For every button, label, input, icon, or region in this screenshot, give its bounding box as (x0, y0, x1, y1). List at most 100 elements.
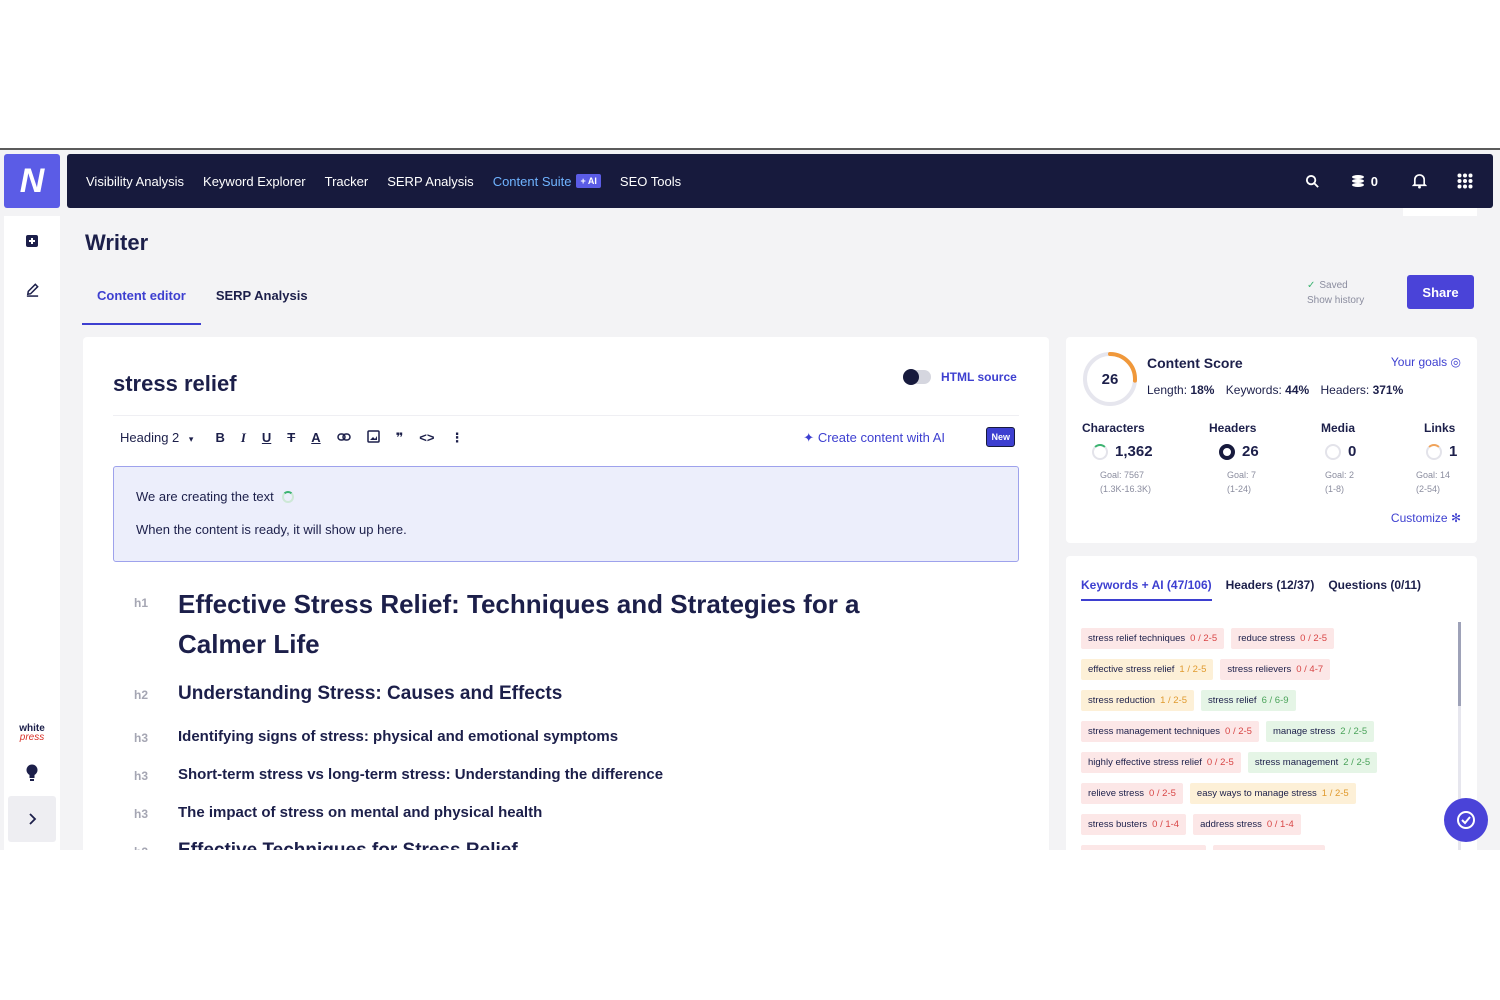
heading-row[interactable]: h3 Short-term stress vs long-term stress… (134, 766, 663, 783)
stat-goal: Goal: 14 (1416, 470, 1451, 480)
keyword-count: 1 / 2-5 (1179, 664, 1207, 675)
keyword-row: stress management techniques 0 / 2-5 manag… (1081, 721, 1451, 742)
create-content-ai-button[interactable]: ✦ Create content with AI (803, 430, 945, 446)
stat-label: Media (1321, 421, 1356, 435)
nav-keyword-explorer[interactable]: Keyword Explorer (203, 174, 306, 189)
keyword-count: 0 / 1-4 (1266, 819, 1294, 830)
keyword-chip[interactable]: easy ways to manage stress 1 / 2-5 (1189, 783, 1356, 804)
stat-range: (1-8) (1325, 484, 1345, 494)
app-logo[interactable]: N (4, 154, 60, 208)
keyword-chip[interactable]: stress busters 0 / 1-4 (1081, 814, 1187, 835)
text-color-button[interactable]: A (311, 430, 320, 445)
editor-tabs: Content editor SERP Analysis (82, 288, 323, 325)
nav-tracker[interactable]: Tracker (325, 174, 369, 189)
nav-right-tools: 0 (1305, 154, 1493, 208)
keyword-chip[interactable]: stress relief techniques 0 / 2-5 (1081, 628, 1225, 649)
more-options-icon[interactable]: ⋮ (450, 430, 463, 446)
keyword-row: stress reduction 1 / 2-5 stress relief 6 / … (1081, 690, 1451, 711)
nav-seo-tools[interactable]: SEO Tools (620, 174, 681, 189)
your-goals-link[interactable]: Your goals ◎ (1391, 355, 1461, 369)
show-history-link[interactable]: Show history (1307, 293, 1364, 308)
chat-icon (1457, 811, 1475, 829)
score-metrics: Length: 18% Keywords: 44% Headers: 371% (1147, 383, 1411, 397)
keyword-chip[interactable]: effective stress relief 1 / 2-5 (1081, 659, 1214, 680)
keyword-row: effective stress relief 1 / 2-5 stress rel… (1081, 659, 1451, 680)
apps-grid-icon[interactable] (1457, 173, 1473, 189)
keyword-chip[interactable]: relieve stress 0 / 2-5 (1081, 783, 1183, 804)
keyword-chip[interactable]: stress management 2 / 2-5 (1247, 752, 1378, 773)
create-content-ai-label: Create content with AI (817, 430, 945, 445)
edit-pencil-icon[interactable] (4, 282, 60, 302)
keyword-chip[interactable]: reduce stress 0 / 2-5 (1231, 628, 1335, 649)
chat-support-button[interactable] (1444, 798, 1488, 842)
strikethrough-button[interactable]: T (287, 430, 295, 445)
keyword-chip[interactable]: address stress 0 / 1-4 (1193, 814, 1301, 835)
keyword-chip[interactable]: stress relief 6 / 6-9 (1201, 690, 1296, 711)
nav-dropdown-edge (1403, 208, 1477, 216)
keyword-text: highly effective stress relief (1088, 757, 1202, 768)
heading-select[interactable]: Heading 2 ▾ (120, 430, 193, 445)
keyword-chip[interactable]: stress reduction 1 / 2-5 (1081, 690, 1194, 711)
heading-row[interactable]: h3 The impact of stress on mental and ph… (134, 804, 542, 821)
tab-keywords[interactable]: Keywords + AI (47/106) (1081, 578, 1212, 601)
expand-sidebar-button[interactable] (8, 796, 56, 842)
share-button[interactable]: Share (1407, 275, 1474, 309)
keyword-count: 0 / 2-5 (1206, 757, 1234, 768)
keyword-chip[interactable]: stress relievers 0 / 4-7 (1220, 659, 1331, 680)
whitepress-logo[interactable]: white press (4, 724, 60, 743)
chevron-right-icon (29, 813, 37, 825)
sparkle-icon: ✦ (803, 430, 815, 445)
heading-text: Effective Techniques for Stress Relief (178, 840, 518, 850)
code-icon[interactable]: <> (419, 430, 434, 445)
nav-content-suite[interactable]: Content Suite + AI (493, 174, 601, 189)
heading-level-tag: h3 (134, 731, 149, 745)
keyword-chip[interactable]: stress management techniques 0 / 2-5 (1081, 721, 1259, 742)
bold-button[interactable]: B (215, 430, 224, 445)
toggle-switch[interactable] (903, 369, 931, 385)
heading-row[interactable]: h3 Identifying signs of stress: physical… (134, 728, 618, 745)
customize-link[interactable]: Customize ✻ (1391, 511, 1461, 525)
html-source-toggle[interactable]: HTML source (903, 369, 1017, 385)
save-status: ✓ Saved Show history (1307, 278, 1364, 308)
add-document-icon[interactable] (4, 234, 60, 253)
heading-text: Short-term stress vs long-term stress: U… (178, 766, 664, 783)
length-label: Length: (1147, 383, 1188, 397)
keyword-count: 0 / 1-4 (1152, 819, 1180, 830)
keyword-chip[interactable]: highly effective stress relief 0 / 2-5 (1081, 752, 1241, 773)
keyword-chip[interactable]: help with stress0 / 1-4 (1213, 845, 1325, 850)
keyword-chip[interactable]: manage stress 2 / 2-5 (1265, 721, 1375, 742)
search-icon[interactable] (1305, 174, 1320, 189)
tab-questions[interactable]: Questions (0/11) (1328, 578, 1421, 601)
heading-row[interactable]: h2 Effective Techniques for Stress Relie… (134, 840, 518, 850)
tab-headers[interactable]: Headers (12/37) (1226, 578, 1315, 601)
keyword-text: relieve stress (1088, 788, 1144, 799)
nav-serp-analysis[interactable]: SERP Analysis (387, 174, 473, 189)
underline-button[interactable]: U (262, 430, 271, 445)
check-icon: ✓ (1307, 280, 1316, 291)
creating-text: We are creating the text (136, 489, 274, 504)
lightbulb-icon[interactable] (4, 764, 60, 787)
quote-icon[interactable]: ❞ (396, 430, 404, 446)
nav-content-suite-label: Content Suite (492, 173, 572, 189)
stat-value: 1,362 (1115, 443, 1153, 460)
nav-visibility-analysis[interactable]: Visibility Analysis (86, 174, 184, 189)
stat-range: (1-24) (1227, 484, 1252, 494)
ai-generation-notice: We are creating the text When the conten… (113, 466, 1019, 562)
bell-icon[interactable] (1412, 173, 1427, 189)
left-sidebar: white press (4, 216, 60, 850)
stat-value: 1 (1449, 443, 1458, 460)
keyword-text: stress management techniques (1088, 726, 1221, 737)
heading-row[interactable]: h1 Effective Stress Relief: Techniques a… (134, 584, 918, 664)
link-icon[interactable] (336, 430, 351, 445)
tab-serp-analysis[interactable]: SERP Analysis (201, 288, 323, 325)
heading-row[interactable]: h2 Understanding Stress: Causes and Effe… (134, 683, 562, 705)
keyword-chip[interactable]: reduce daily stress0 / 2-5 (1081, 845, 1207, 850)
tab-content-editor[interactable]: Content editor (82, 288, 201, 325)
credits-counter[interactable]: 0 (1350, 174, 1378, 189)
italic-button[interactable]: I (241, 430, 246, 446)
image-icon[interactable] (366, 429, 380, 446)
heading-level-tag: h3 (134, 769, 149, 783)
document-title[interactable]: stress relief (113, 371, 237, 397)
stat-value: 0 (1348, 443, 1357, 460)
gear-icon: ✻ (1450, 511, 1461, 525)
